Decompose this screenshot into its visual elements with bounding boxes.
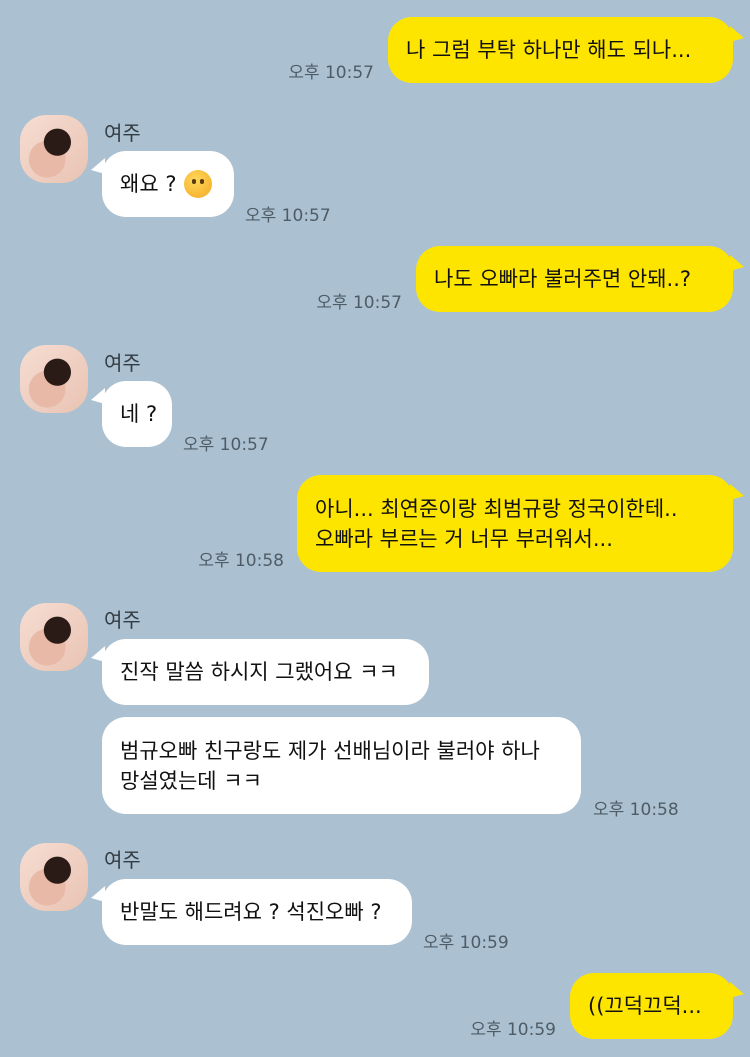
message-time: 오후 10:57 (316, 293, 402, 313)
sender-name: 여주 (104, 121, 141, 145)
message-bubble-theirs[interactable]: 진작 말씀 하시지 그랬어요 ㅋㅋ (102, 639, 429, 705)
bubble-tail (730, 484, 744, 500)
avatar[interactable] (20, 843, 88, 911)
message-text: 진작 말씀 하시지 그랬어요 ㅋㅋ (120, 660, 398, 684)
sender-name: 여주 (104, 351, 141, 375)
message-time: 오후 10:59 (423, 933, 509, 953)
bubble-tail (730, 255, 744, 271)
message-text-line: 오빠라 부르는 거 너무 부러워서... (315, 526, 613, 551)
message-text: 왜요 ? (120, 172, 177, 196)
thinking-face-icon (184, 170, 213, 198)
message-bubble-theirs[interactable]: 범규오빠 친구랑도 제가 선배님이라 불러야 하나 망설였는데 ㅋㅋ (102, 717, 581, 814)
avatar[interactable] (20, 603, 88, 671)
message-text-line: 망설였는데 ㅋㅋ (120, 768, 262, 793)
avatar[interactable] (20, 345, 88, 413)
message-bubble-mine[interactable]: 아니... 최연준이랑 최범규랑 정국이한테.. 오빠라 부르는 거 너무 부러… (297, 475, 733, 572)
message-bubble-theirs[interactable]: 왜요 ? (102, 151, 234, 217)
message-time: 오후 10:58 (198, 551, 284, 571)
message-text: 반말도 해드려요 ? 석진오빠 ? (120, 900, 382, 924)
message-bubble-theirs[interactable]: 반말도 해드려요 ? 석진오빠 ? (102, 879, 412, 945)
message-bubble-theirs[interactable]: 네 ? (102, 381, 172, 447)
message-text: ((끄덕끄덕... (588, 994, 702, 1018)
message-bubble-mine[interactable]: 나 그럼 부탁 하나만 해도 되나... (388, 17, 733, 83)
message-text-line: 아니... 최연준이랑 최범규랑 정국이한테.. (315, 496, 678, 521)
message-bubble-mine[interactable]: ((끄덕끄덕... (570, 973, 733, 1039)
message-text-line: 범규오빠 친구랑도 제가 선배님이라 불러야 하나 (120, 738, 540, 763)
message-text: 나 그럼 부탁 하나만 해도 되나... (406, 38, 692, 62)
message-text: 네 ? (120, 402, 158, 426)
message-time: 오후 10:57 (245, 206, 331, 226)
sender-name: 여주 (104, 848, 141, 872)
message-time: 오후 10:57 (183, 435, 269, 455)
message-bubble-mine[interactable]: 나도 오빠라 불러주면 안돼..? (416, 246, 733, 312)
message-time: 오후 10:57 (288, 63, 374, 83)
message-time: 오후 10:58 (593, 800, 679, 820)
bubble-tail (730, 26, 744, 42)
sender-name: 여주 (104, 608, 141, 632)
avatar[interactable] (20, 115, 88, 183)
bubble-tail (730, 982, 744, 998)
message-time: 오후 10:59 (470, 1020, 556, 1040)
chat-area[interactable]: 오후 10:57 나 그럼 부탁 하나만 해도 되나... 여주 왜요 ? 오후… (0, 0, 750, 1057)
message-text: 나도 오빠라 불러주면 안돼..? (434, 267, 692, 291)
